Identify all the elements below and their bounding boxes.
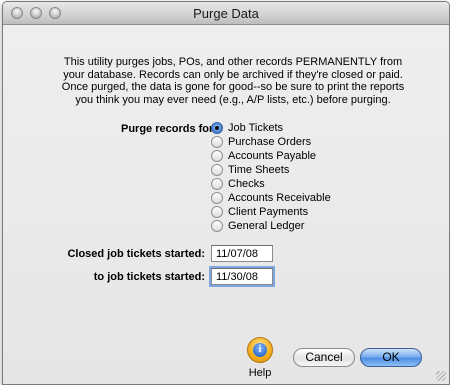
- radio-button-selected[interactable]: [211, 122, 223, 134]
- to-tickets-start-date-field[interactable]: [211, 268, 273, 285]
- title-bar[interactable]: Purge Data: [3, 2, 449, 25]
- radio-button[interactable]: [211, 150, 223, 163]
- description-text: This utility purges jobs, POs, and other…: [61, 56, 405, 106]
- to-tickets-label: to job tickets started:: [93, 271, 205, 283]
- closed-tickets-label: Closed job tickets started:: [67, 248, 205, 260]
- radio-label: Job Tickets: [228, 122, 284, 134]
- radio-label: Checks: [228, 178, 265, 191]
- radio-button[interactable]: [211, 206, 223, 219]
- resize-grip[interactable]: [436, 371, 446, 381]
- radio-button[interactable]: [211, 178, 223, 191]
- radio-label: Time Sheets: [228, 164, 290, 177]
- purge-records-label: Purge records for:: [121, 123, 217, 135]
- radio-label: Accounts Payable: [228, 150, 317, 163]
- info-icon: i: [253, 343, 267, 357]
- radio-label: Purchase Orders: [228, 136, 312, 149]
- ok-button[interactable]: OK: [360, 348, 422, 367]
- radio-label: General Ledger: [228, 220, 305, 233]
- dialog-body: This utility purges jobs, POs, and other…: [3, 25, 449, 384]
- radio-button[interactable]: [211, 136, 223, 149]
- closed-tickets-start-date-field[interactable]: [211, 245, 273, 262]
- help-button[interactable]: i: [247, 337, 273, 363]
- help-label: Help: [248, 367, 272, 379]
- window-title: Purge Data: [193, 6, 259, 21]
- radio-label: Accounts Receivable: [228, 192, 331, 205]
- radio-label: Client Payments: [228, 206, 309, 219]
- cancel-button[interactable]: Cancel: [293, 348, 355, 367]
- radio-button[interactable]: [211, 164, 223, 177]
- purge-data-dialog: Purge Data This utility purges jobs, POs…: [2, 1, 450, 385]
- radio-button[interactable]: [211, 192, 223, 205]
- radio-button[interactable]: [211, 220, 223, 233]
